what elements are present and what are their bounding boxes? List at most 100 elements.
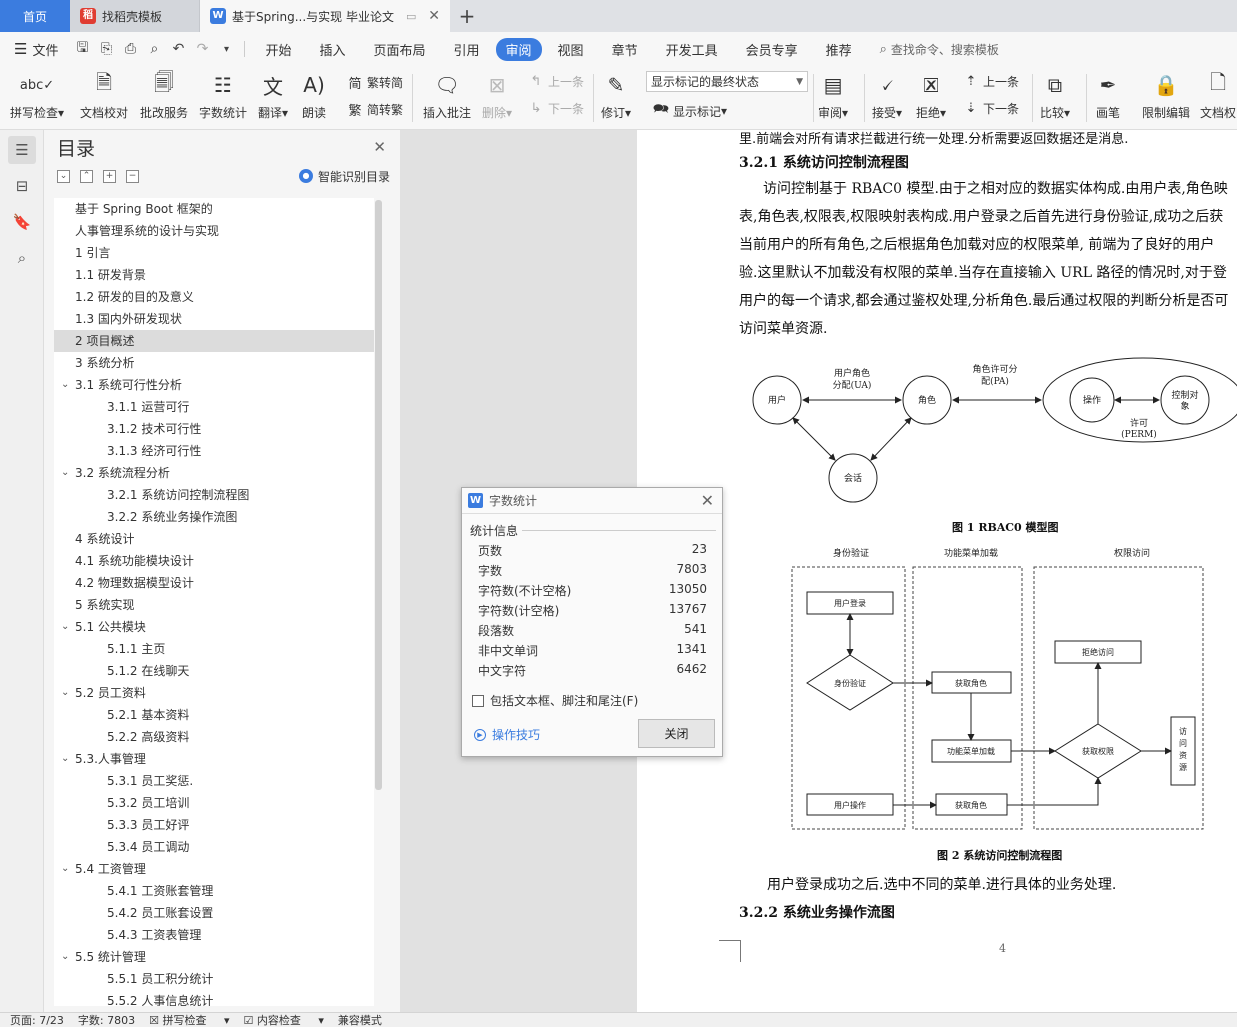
include-textbox-checkbox[interactable]: 包括文本框、脚注和尾注(F) (472, 692, 638, 709)
tab-document[interactable]: W 基于Spring...与实现 毕业论文 ▭ ✕ (200, 0, 450, 32)
chevron-down-icon[interactable]: ▾ (214, 44, 238, 55)
undo-icon[interactable]: ↶ (166, 41, 190, 57)
screen-icon[interactable]: ▭ (406, 10, 416, 23)
simp-to-trad-button[interactable]: 繁简转繁 (346, 100, 403, 119)
close-icon[interactable]: ✕ (428, 8, 440, 24)
ink-button[interactable]: ✒ 画笔 (1096, 70, 1120, 126)
toc-item[interactable]: 3.2.1 系统访问控制流程图 (54, 484, 374, 506)
menu-insert[interactable]: 插入 (307, 37, 357, 62)
reject-button[interactable]: 🗷 拒绝▾ (916, 70, 946, 126)
close-icon[interactable]: ✕ (373, 138, 386, 156)
page-indicator[interactable]: 页面: 7/23 (10, 1013, 64, 1027)
toc-item[interactable]: 4 系统设计 (54, 528, 374, 550)
toc-item[interactable]: 人事管理系统的设计与实现 (54, 220, 374, 242)
next-comment-button[interactable]: ↳ 下一条 (527, 100, 584, 117)
save-icon[interactable]: 🖫 (70, 37, 94, 61)
toc-item[interactable]: 3.2.2 系统业务操作流图 (54, 506, 374, 528)
toc-item[interactable]: 5.3.1 员工奖惩. (54, 770, 374, 792)
menu-review[interactable]: 审阅 (495, 37, 542, 61)
restrict-edit-button[interactable]: 🔒 限制编辑 (1142, 70, 1190, 126)
delete-comment-button[interactable]: ⊠ 删除▾ (482, 70, 512, 126)
accept-button[interactable]: 🗸 接受▾ (872, 70, 902, 126)
toc-scrollbar[interactable] (375, 200, 382, 790)
chevron-down-icon[interactable]: ⌄ (61, 748, 69, 770)
add-heading-icon[interactable]: + (103, 169, 116, 183)
batch-service-button[interactable]: 🗐 批改服务 (140, 70, 188, 126)
chevron-down-icon[interactable]: ⌄ (61, 682, 69, 704)
menu-chapter[interactable]: 章节 (600, 37, 650, 62)
tab-home[interactable]: 首页 (0, 0, 70, 32)
next-change-button[interactable]: ⇣ 下一条 (962, 100, 1019, 117)
toc-item[interactable]: 5.4.3 工资表管理 (54, 924, 374, 946)
search-icon[interactable]: ⌕ (8, 244, 36, 272)
toc-item[interactable]: ⌄ 5.2 员工资料 (54, 682, 374, 704)
menu-developer[interactable]: 开发工具 (654, 37, 730, 62)
chevron-down-icon[interactable]: ⌄ (61, 374, 69, 396)
remove-heading-icon[interactable]: − (126, 169, 139, 183)
toc-item[interactable]: 5.2.2 高级资料 (54, 726, 374, 748)
close-button[interactable]: 关闭 (638, 719, 715, 748)
spell-check-button[interactable]: abc✓ 拼写检查▾ (10, 70, 64, 126)
toc-item[interactable]: 3 系统分析 (54, 352, 374, 374)
new-tab-button[interactable]: + (450, 0, 484, 32)
chevron-down-icon[interactable]: ⌄ (61, 858, 69, 880)
chevron-down-icon[interactable]: ⌄ (61, 616, 69, 638)
menu-member[interactable]: 会员专享 (734, 37, 810, 62)
export-pdf-icon[interactable]: ⎘ (94, 41, 118, 57)
toc-item[interactable]: ⌄ 5.4 工资管理 (54, 858, 374, 880)
toc-item[interactable]: 5.2.1 基本资料 (54, 704, 374, 726)
menu-start[interactable]: 开始 (253, 37, 303, 62)
toc-item[interactable]: 5.1.1 主页 (54, 638, 374, 660)
file-menu[interactable]: ☰ 文件 (14, 40, 58, 59)
menu-references[interactable]: 引用 (442, 37, 492, 62)
print-preview-icon[interactable]: ⌕ (142, 41, 166, 57)
dialog-titlebar[interactable]: W 字数统计 ✕ (462, 488, 722, 514)
menu-view[interactable]: 视图 (546, 37, 596, 62)
toc-item[interactable]: 5.4.1 工资账套管理 (54, 880, 374, 902)
toc-item[interactable]: ⌄ 3.2 系统流程分析 (54, 462, 374, 484)
toc-item[interactable]: 5.3.2 员工培训 (54, 792, 374, 814)
toc-item[interactable]: ⌄ 3.1 系统可行性分析 (54, 374, 374, 396)
toc-item[interactable]: ⌄ 5.5 统计管理 (54, 946, 374, 968)
checkbox-icon[interactable] (472, 694, 484, 707)
spell-check-status[interactable]: ☒ 拼写检查 ▾ (149, 1013, 229, 1027)
toc-item[interactable]: 3.1.1 运营可行 (54, 396, 374, 418)
toc-item[interactable]: 5.5.2 人事信息统计 (54, 990, 374, 1006)
toc-item[interactable]: 5.3.4 员工调动 (54, 836, 374, 858)
toc-item[interactable]: 5 系统实现 (54, 594, 374, 616)
chapter-nav-icon[interactable]: ⊟ (8, 172, 36, 200)
prev-comment-button[interactable]: ↰ 上一条 (527, 73, 584, 90)
toc-item[interactable]: 2 项目概述 (54, 330, 374, 352)
bookmark-icon[interactable]: 🔖 (8, 208, 36, 236)
doc-permission-button[interactable]: 🗋 文档权 (1200, 70, 1236, 126)
menu-recommend[interactable]: 推荐 (814, 37, 864, 62)
chevron-down-icon[interactable]: ⌄ (61, 946, 69, 968)
close-icon[interactable]: ✕ (701, 491, 714, 510)
document-page[interactable]: 里.前端会对所有请求拦截进行统一处理.分析需要返回数据还是消息. 3.2.1 系… (637, 130, 1237, 1012)
tab-template[interactable]: 稻 找稻壳模板 (70, 0, 200, 32)
chevron-down-icon[interactable]: ⌄ (61, 462, 69, 484)
toc-item[interactable]: 5.4.2 员工账套设置 (54, 902, 374, 924)
toc-item[interactable]: 3.1.2 技术可行性 (54, 418, 374, 440)
smart-toc-button[interactable]: ● 智能识别目录 (298, 168, 390, 185)
word-count-button[interactable]: ☷ 字数统计 (199, 70, 247, 126)
insert-comment-button[interactable]: 🗨 插入批注 (423, 70, 471, 126)
toc-item[interactable]: ⌄ 5.1 公共模块 (54, 616, 374, 638)
redo-icon[interactable]: ↷ (190, 41, 214, 57)
track-changes-button[interactable]: ✎ 修订▾ (601, 70, 631, 126)
prev-change-button[interactable]: ⇡ 上一条 (962, 73, 1019, 90)
menu-page-layout[interactable]: 页面布局 (362, 37, 438, 62)
read-aloud-button[interactable]: A) 朗读 (302, 70, 326, 126)
doc-proof-button[interactable]: 🗎 文档校对 (80, 70, 128, 126)
toc-item[interactable]: 4.2 物理数据模型设计 (54, 572, 374, 594)
toc-item[interactable]: 基于 Spring Boot 框架的 (54, 198, 374, 220)
toc-item[interactable]: 1.1 研发背景 (54, 264, 374, 286)
toc-item[interactable]: 5.5.1 员工积分统计 (54, 968, 374, 990)
compare-button[interactable]: ⧉ 比较▾ (1040, 70, 1070, 126)
word-count-indicator[interactable]: 字数: 7803 (78, 1013, 135, 1027)
toc-item[interactable]: 3.1.3 经济可行性 (54, 440, 374, 462)
toc-item[interactable]: ⌄ 5.3.人事管理 (54, 748, 374, 770)
command-search[interactable]: ⌕ 查找命令、搜索模板 (880, 41, 999, 58)
review-button[interactable]: ▤ 审阅▾ (818, 70, 848, 126)
translate-button[interactable]: 文 翻译▾ (258, 70, 288, 126)
